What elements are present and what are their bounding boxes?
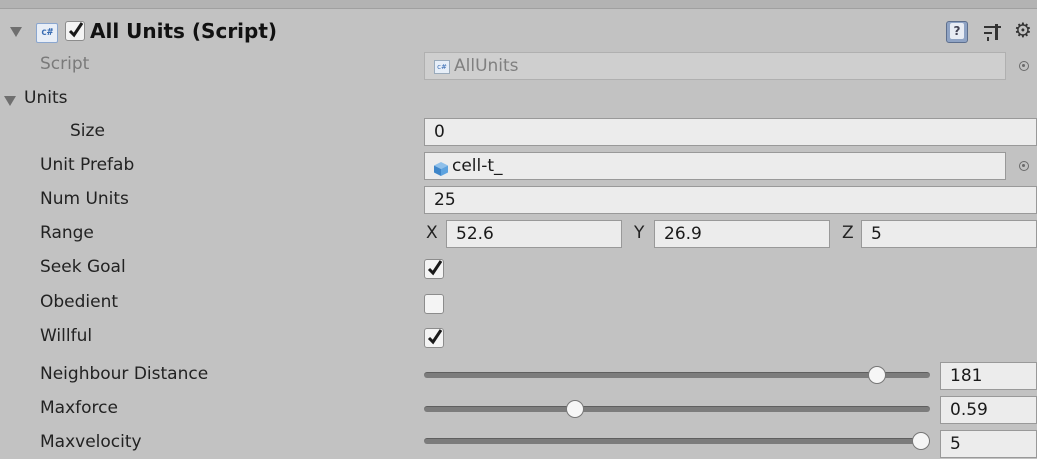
foldout-arrow-icon[interactable] xyxy=(10,27,22,37)
slider-thumb[interactable] xyxy=(565,400,584,418)
willful-checkbox[interactable] xyxy=(424,328,444,348)
slider-thumb[interactable] xyxy=(868,366,887,384)
range-y-label[interactable]: Y xyxy=(634,223,644,243)
range-z-label[interactable]: Z xyxy=(842,223,854,243)
range-x-input[interactable]: 52.6 xyxy=(446,220,622,248)
script-file-icon: c# xyxy=(434,60,450,74)
willful-label: Willful xyxy=(40,326,93,346)
units-foldout-arrow-icon[interactable] xyxy=(4,96,16,106)
preset-icon[interactable] xyxy=(983,21,1003,43)
inspector-top-edge xyxy=(0,0,1037,9)
num-units-label: Num Units xyxy=(40,189,129,209)
maxvelocity-label: Maxvelocity xyxy=(40,432,142,452)
obedient-label: Obedient xyxy=(40,292,119,312)
range-y-input[interactable]: 26.9 xyxy=(654,220,830,248)
checkmark-icon xyxy=(427,260,443,276)
component-enabled-checkbox[interactable] xyxy=(65,21,85,41)
unit-prefab-label: Unit Prefab xyxy=(40,155,135,175)
prefab-picker-icon[interactable] xyxy=(1019,161,1029,171)
checkmark-icon xyxy=(68,22,84,38)
object-picker-icon[interactable] xyxy=(1019,61,1029,71)
script-value: AllUnits xyxy=(454,56,519,76)
script-label: Script xyxy=(40,54,90,74)
range-z-input[interactable]: 5 xyxy=(861,220,1037,248)
unit-prefab-value: cell-t_ xyxy=(452,156,503,176)
help-icon[interactable] xyxy=(946,21,968,43)
component-title: All Units (Script) xyxy=(90,19,278,43)
slider-track[interactable] xyxy=(424,438,930,444)
seek-goal-checkbox[interactable] xyxy=(424,259,444,279)
cs-script-icon: c# xyxy=(36,23,58,43)
slider-track[interactable] xyxy=(424,406,930,412)
maxforce-label: Maxforce xyxy=(40,398,118,418)
checkmark-icon xyxy=(427,329,443,345)
size-label: Size xyxy=(70,121,105,141)
prefab-cube-icon xyxy=(433,159,449,179)
component-header[interactable]: c# All Units (Script) ⚙ xyxy=(0,13,1037,53)
neighbour-distance-input[interactable]: 181 xyxy=(940,362,1037,390)
maxforce-input[interactable]: 0.59 xyxy=(940,396,1037,424)
script-field[interactable]: c# AllUnits xyxy=(424,52,1006,80)
unit-prefab-field[interactable]: cell-t_ xyxy=(424,152,1006,180)
neighbour-distance-label: Neighbour Distance xyxy=(40,364,209,384)
range-label: Range xyxy=(40,223,94,243)
num-units-input[interactable]: 25 xyxy=(424,186,1037,214)
size-input[interactable]: 0 xyxy=(424,118,1037,146)
maxvelocity-input[interactable]: 5 xyxy=(940,430,1037,458)
range-x-label[interactable]: X xyxy=(426,223,438,243)
seek-goal-label: Seek Goal xyxy=(40,257,126,277)
slider-track[interactable] xyxy=(424,372,930,378)
slider-thumb[interactable] xyxy=(912,432,930,450)
gear-icon[interactable]: ⚙ xyxy=(1014,19,1032,41)
obedient-checkbox[interactable] xyxy=(424,294,444,314)
units-label: Units xyxy=(24,88,68,108)
